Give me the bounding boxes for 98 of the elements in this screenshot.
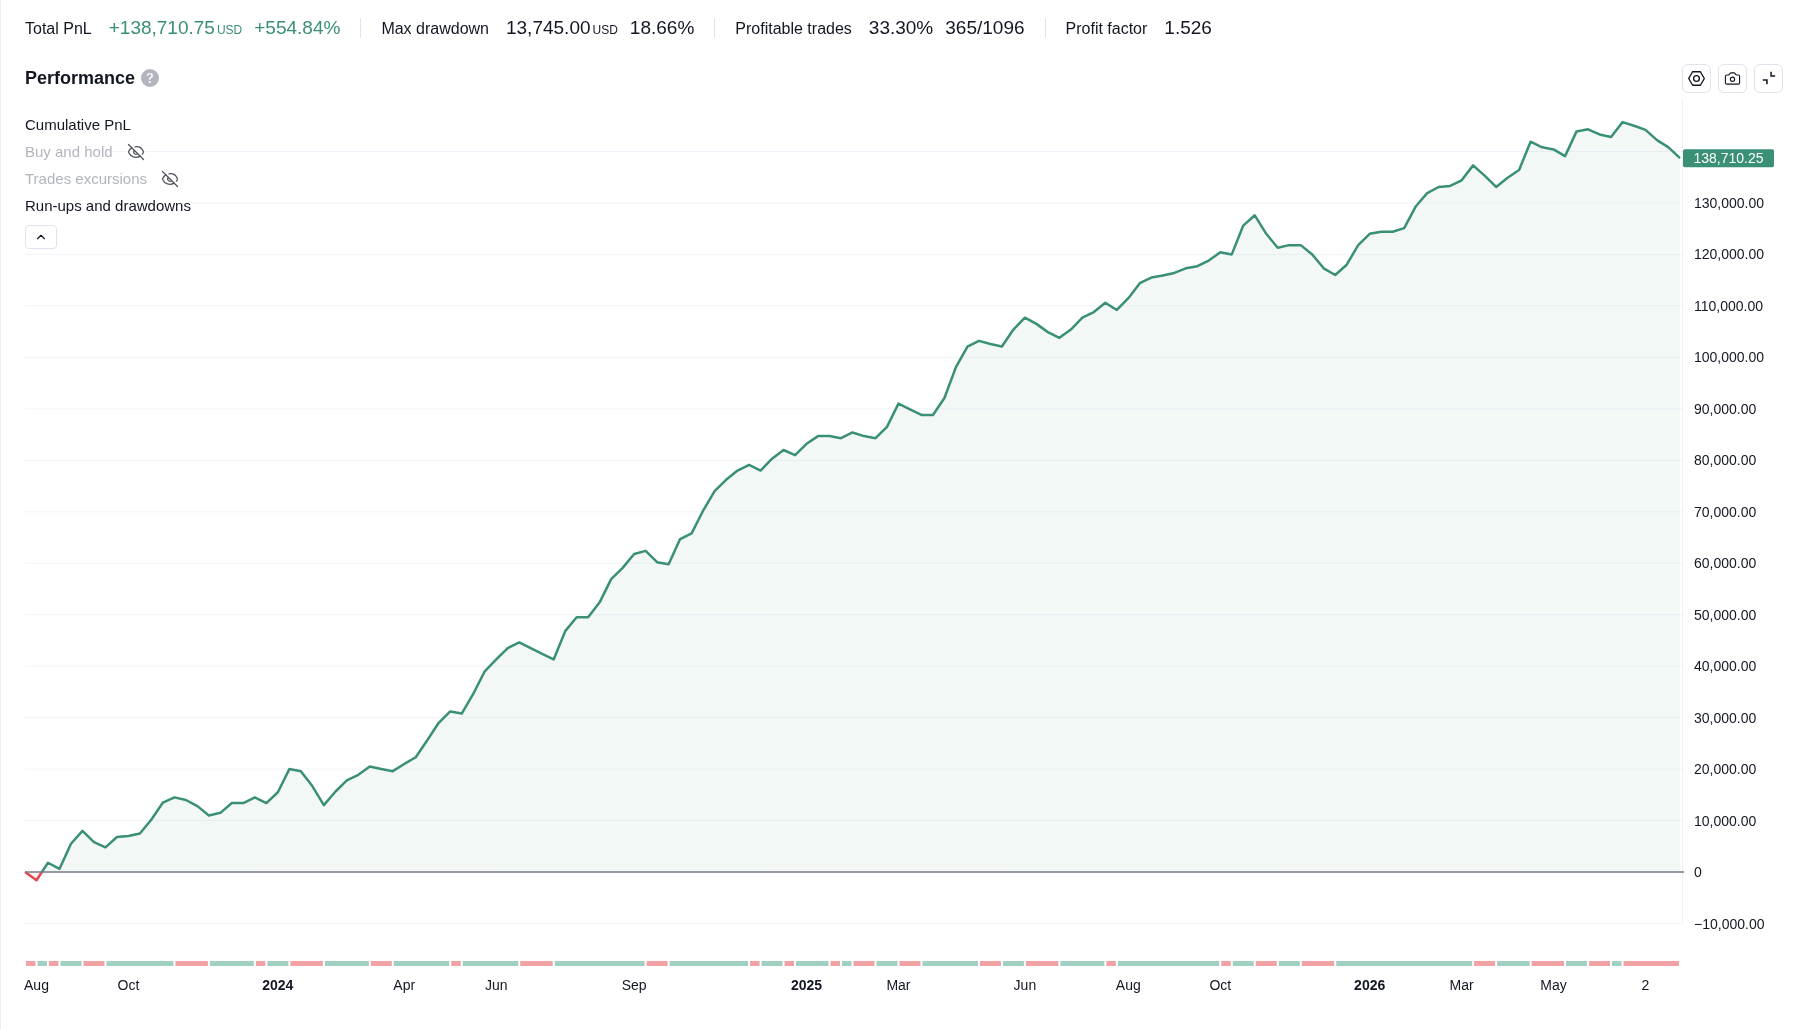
run-up-bar [60,961,82,966]
y-axis-label: 100,000.00 [1694,349,1765,366]
y-axis-label: 20,000.00 [1694,761,1757,778]
stat-value: 13,745.00 [506,15,591,40]
drawdown-bar [1531,961,1565,966]
stat-label: Profit factor [1065,18,1148,39]
x-axis-label: Mar [1449,976,1474,995]
y-axis-label: 40,000.00 [1694,658,1757,675]
run-up-bar [1002,961,1024,966]
drawdown-bar [750,961,760,966]
stat-value: 365/1096 [945,15,1025,40]
run-up-bar [267,961,289,966]
y-axis-label: 70,000.00 [1694,503,1757,520]
stat-value: 1.526 [1164,15,1212,40]
run-up-bar [462,961,519,966]
stat-value: 33.30% [868,15,934,40]
x-axis-label: Aug [24,976,49,995]
run-up-bar [1497,961,1530,966]
y-axis-label: 120,000.00 [1694,246,1765,263]
drawdown-bar [979,961,1001,966]
drawdown-bar [1025,961,1059,966]
run-up-bar [393,961,450,966]
x-axis-label: 2 [1641,976,1650,995]
drawdown-bar [1589,961,1611,966]
run-up-bar [1232,961,1254,966]
run-up-bar [37,961,47,966]
x-axis-label: Oct [117,976,140,995]
run-up-bar [209,961,254,966]
last-value-badge: 138,710.25 [1683,149,1774,168]
run-up-bar [922,961,978,966]
minimize-icon [1761,71,1776,85]
section-title: Performance [25,66,136,90]
run-up-bar [1278,961,1300,966]
run-up-bar [761,961,783,966]
y-axis-label: 50,000.00 [1694,606,1757,623]
drawdown-bar [290,961,323,966]
stat-value: +138,710.75 [108,15,215,40]
x-axis-label: Aug [1115,976,1141,995]
drawdown-bar [1106,961,1116,966]
eye-off-icon[interactable] [126,143,145,161]
y-axis-label: 0 [1694,864,1702,881]
drawdown-bar [520,961,553,966]
drawdown-bar [175,961,208,966]
stat-label: Max drawdown [381,18,489,39]
y-axis-label: 90,000.00 [1694,400,1757,417]
x-axis-label: 2025 [790,976,823,995]
run-up-bar [1060,961,1105,966]
drawdown-bar [370,961,392,966]
eye-off-icon[interactable] [161,170,179,188]
run-up-bar [324,961,369,966]
run-up-bar [842,961,852,966]
stat-label: Profitable trades [735,18,852,39]
settings-button[interactable] [1682,63,1711,93]
y-axis-label: 110,000.00 [1694,297,1764,314]
x-axis-label: Jun [484,976,508,995]
x-axis-label: 2024 [262,976,294,995]
drawdown-bar [646,961,668,966]
drawdown-bar [1301,961,1335,966]
drawdown-bar [1623,961,1679,966]
x-axis-label: 2026 [1354,976,1386,995]
stat-value: 18.66% [629,15,695,40]
drawdown-bar [853,961,875,966]
currency-unit: USD [592,21,618,39]
drawdown-bar [899,961,921,966]
drawdown-bar [83,961,105,966]
stat-value: +554.84% [254,15,341,40]
run-up-bar [106,961,174,966]
camera-button[interactable] [1718,63,1747,93]
x-axis-label: Sep [621,976,647,995]
run-up-bar [796,961,829,966]
camera-icon [1724,69,1741,87]
x-axis-label: Mar [886,976,911,995]
y-axis-label: 30,000.00 [1694,709,1757,726]
drawdown-bar [784,961,795,966]
y-axis-label: 10,000.00 [1694,812,1757,829]
y-axis-label: 130,000.00 [1694,194,1765,211]
y-axis-label: 80,000.00 [1694,452,1757,469]
x-axis-label: Apr [393,976,416,995]
run-up-bar [1566,961,1588,966]
run-up-bar [1612,961,1622,966]
y-axis-label: 60,000.00 [1694,555,1757,572]
drawdown-bar [26,961,36,966]
settings-icon [1688,70,1705,86]
drawdown-bar [1255,961,1277,966]
run-up-bar [876,961,898,966]
minimize-button[interactable] [1754,63,1783,93]
x-axis-label: May [1540,976,1567,995]
drawdown-bar [830,961,840,966]
x-axis-label: Jun [1013,976,1037,995]
drawdown-bar [1474,961,1496,966]
x-axis-label: Oct [1209,976,1232,995]
drawdown-bar [451,961,461,966]
stat-label: Total PnL [25,18,92,39]
y-axis-label: −10,000.00 [1694,915,1765,932]
drawdown-bar [49,961,59,966]
drawdown-bar [255,961,266,966]
currency-unit: USD [216,21,243,39]
drawdown-bar [1221,961,1231,966]
